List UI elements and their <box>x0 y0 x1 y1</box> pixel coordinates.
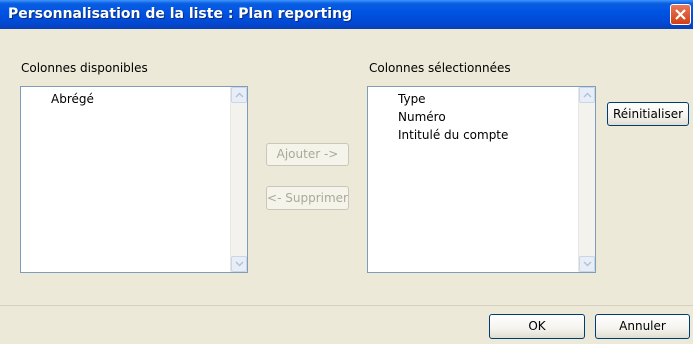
available-columns-list[interactable]: Abrégé <box>20 86 248 273</box>
cancel-button[interactable]: Annuler <box>595 314 690 339</box>
chevron-down-icon <box>235 261 244 267</box>
close-button[interactable] <box>670 4 691 25</box>
ok-button[interactable]: OK <box>489 314 585 339</box>
list-item[interactable]: Numéro <box>398 110 446 124</box>
available-columns-label: Colonnes disponibles <box>21 61 148 75</box>
list-item[interactable]: Type <box>398 92 426 106</box>
selected-columns-list[interactable]: Type Numéro Intitulé du compte <box>367 86 596 273</box>
chevron-up-icon <box>235 92 244 98</box>
available-list-scrollbar[interactable] <box>230 87 247 272</box>
chevron-down-icon <box>583 261 592 267</box>
footer-divider <box>0 305 693 306</box>
add-column-button[interactable]: Ajouter -> <box>266 143 349 166</box>
chevron-up-icon <box>583 92 592 98</box>
close-icon <box>675 9 686 20</box>
remove-column-button[interactable]: <- Supprimer <box>266 186 349 210</box>
scroll-up-button[interactable] <box>579 87 595 103</box>
scroll-up-button[interactable] <box>231 87 247 103</box>
scroll-down-button[interactable] <box>579 256 595 272</box>
title-bar[interactable]: Personnalisation de la liste : Plan repo… <box>0 0 693 29</box>
list-item[interactable]: Intitulé du compte <box>398 128 508 142</box>
window-title: Personnalisation de la liste : Plan repo… <box>8 6 353 22</box>
selected-list-scrollbar[interactable] <box>578 87 595 272</box>
selected-columns-label: Colonnes sélectionnées <box>369 61 511 75</box>
dialog-body: Colonnes disponibles Colonnes sélectionn… <box>0 29 693 344</box>
scroll-down-button[interactable] <box>231 256 247 272</box>
reset-button[interactable]: Réinitialiser <box>607 102 689 126</box>
list-item[interactable]: Abrégé <box>51 92 94 106</box>
